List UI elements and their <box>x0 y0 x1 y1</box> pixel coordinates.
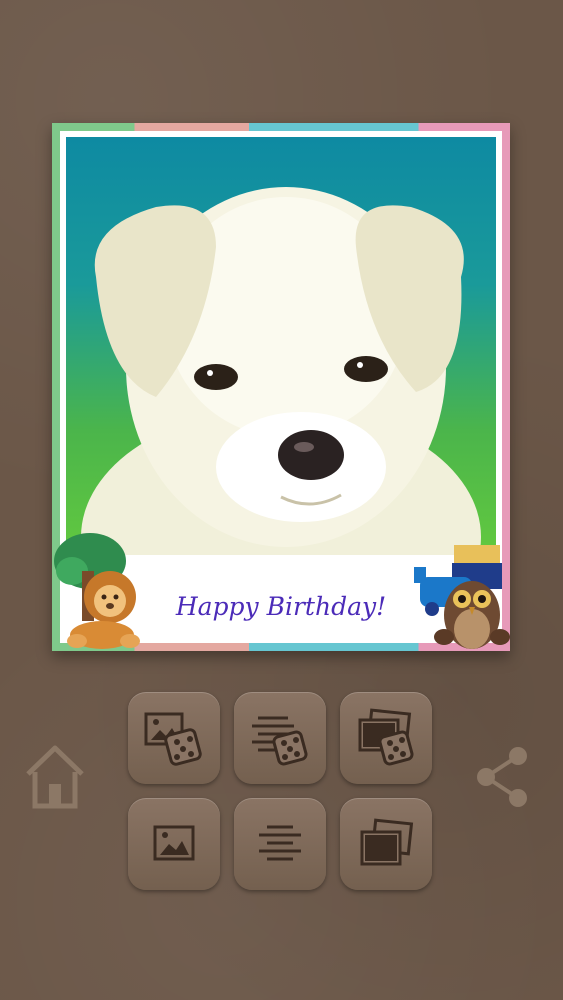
caption-text[interactable]: Happy Birthday! <box>176 592 386 621</box>
owl-sticker-art <box>414 545 510 649</box>
random-frame-button[interactable] <box>340 692 432 784</box>
share-icon <box>477 747 527 807</box>
choose-text-button[interactable] <box>234 798 326 890</box>
choose-frame-button[interactable] <box>340 798 432 890</box>
card-preview: Happy Birthday! <box>52 123 510 651</box>
align-dice-icon <box>252 716 308 766</box>
owl-with-toy-train-sticker[interactable] <box>414 543 510 651</box>
lion-with-tree-sticker[interactable] <box>52 531 148 651</box>
random-text-button[interactable] <box>234 692 326 784</box>
puppy-photo[interactable] <box>66 137 496 557</box>
lion-sticker-art <box>54 533 140 649</box>
frames-icon <box>360 818 414 866</box>
align-center-icon <box>259 825 301 861</box>
image-dice-icon <box>144 712 202 766</box>
share-button[interactable] <box>470 742 534 812</box>
choose-photo-button[interactable] <box>128 798 220 890</box>
frames-dice-icon <box>358 708 414 766</box>
image-icon <box>153 825 195 861</box>
puppy-image <box>81 187 481 557</box>
random-photo-button[interactable] <box>128 692 220 784</box>
home-button[interactable] <box>22 742 88 812</box>
home-icon <box>26 745 84 809</box>
